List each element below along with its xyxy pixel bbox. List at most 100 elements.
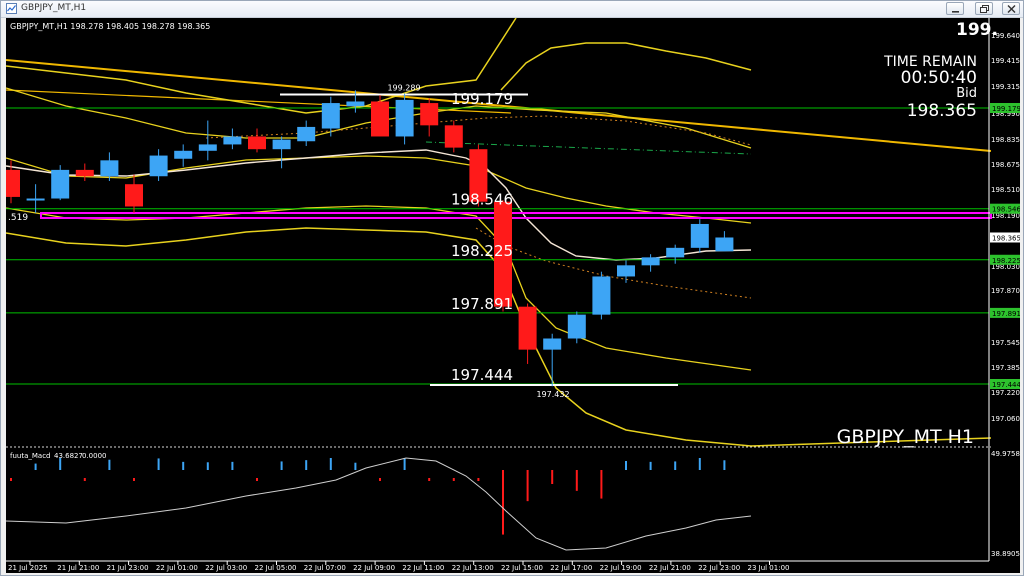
candle-body-7 [174,150,193,159]
candle-body-15 [371,101,389,137]
candle-body-0 [2,169,20,197]
macd-bar-0 [10,478,12,481]
price-tick-6: 198.510 [991,186,1020,194]
candle-body-22 [543,338,562,350]
macd-bar-19 [477,478,480,481]
minimize-button[interactable] [946,2,964,15]
title-bar: GBPJPY_MT,H1 [1,1,1023,18]
close-icon [1007,5,1016,13]
time-label-10: 22 Jul 15:00 [501,564,543,572]
indicator-name: fuuta_Macd [10,452,51,460]
candle-body-26 [641,257,660,266]
minimize-icon [952,11,959,13]
macd-bar-17 [428,478,431,481]
candle-body-25 [617,265,635,277]
candle-body-1 [26,198,45,201]
macd-bar-10 [256,478,258,481]
price-badge-label-0: 199.179 [992,105,1020,113]
level-label-4: 197.444 [451,366,513,384]
candle-body-9 [223,136,242,145]
candle-body-14 [346,101,365,107]
close-button[interactable] [1002,2,1020,15]
bid-label: Bid [956,86,977,101]
time-label-9: 22 Jul 13:00 [452,564,494,572]
candle-body-27 [666,247,685,258]
candle-body-17 [420,103,439,126]
chart-svg[interactable]: 199.179 198.546 198.225 197.891 197.444 199.2… [2,17,1021,573]
candle-body-5 [125,184,143,207]
macd-signal-line [5,457,752,551]
time-label-0: 21 Jul 2025 [8,564,48,572]
price-badge-label-3: 198.225 [992,257,1020,265]
macd-histogram [10,458,726,535]
time-label-7: 22 Jul 09:00 [353,564,395,572]
macd-bar-5 [133,478,135,481]
chart-area[interactable]: 199.179 198.546 198.225 197.891 197.444 199.2… [2,17,1021,573]
candle-body-2 [51,169,70,199]
terminal-window: GBPJPY_MT,H1 199.179 198.546 198.225 197… [0,0,1024,576]
band-upper-outer [5,17,517,114]
level-labels: 199.179 198.546 198.225 197.891 197.444 199.2… [387,84,569,399]
candle-body-21 [518,306,537,350]
candle-body-10 [248,136,266,150]
restore-icon [980,5,989,13]
indicator-value-1: 43.6827 [54,452,83,460]
macd-bar-18 [452,478,455,481]
price-axis[interactable]: 199.640199.415199.315198.990198.835198.6… [990,32,1021,423]
window-title: GBPJPY_MT,H1 [21,3,87,13]
level-label-2: 198.225 [451,242,513,260]
time-label-6: 22 Jul 07:00 [304,564,346,572]
time-label-12: 22 Jul 19:00 [600,564,642,572]
candle-body-8 [198,144,217,151]
candle-body-18 [444,125,463,148]
band-lower-outer [5,227,752,447]
price-tick-5: 198.675 [991,161,1020,169]
candle-body-6 [149,155,168,177]
time-label-13: 22 Jul 21:00 [649,564,691,572]
price-tick-12: 197.385 [991,364,1020,372]
time-label-14: 22 Jul 23:00 [698,564,740,572]
annotation-high-label: 199.289 [387,84,420,93]
price-tick-11: 197.545 [991,339,1020,347]
price-tick-13: 197.220 [991,389,1020,397]
time-label-4: 22 Jul 03:00 [205,564,247,572]
indicator-axis-bottom: 38.8905 [991,550,1020,558]
time-label-8: 22 Jul 11:00 [402,564,444,572]
indicator-axis-top: 49.9758 [991,450,1020,458]
left-cut-label: .519 [8,213,28,223]
time-axis[interactable]: 21 Jul 2025 21 Jul 21:00 21 Jul 23:00 22 Ju… [8,561,789,572]
time-label-15: 23 Jul 01:00 [748,564,790,572]
candle-body-28 [690,223,709,248]
ma-dotted-lower [475,227,752,299]
candle-body-4 [100,160,119,177]
indicator-value-2: 0.0000 [82,452,107,460]
price-badge-label-4: 197.891 [992,310,1020,318]
candle-body-23 [567,314,586,339]
time-label-11: 22 Jul 17:00 [550,564,592,572]
candle-body-11 [272,139,291,150]
candle-body-24 [592,276,611,315]
level-label-3: 197.891 [451,295,513,313]
chart-window-icon [6,3,17,14]
level-label-0: 199.179 [451,90,513,108]
price-tick-2: 199.315 [991,83,1020,91]
candle-body-3 [75,169,94,177]
candles [2,90,734,387]
candle-body-13 [321,103,340,129]
annotation-low-label: 197.432 [536,390,569,399]
time-label-5: 22 Jul 05:00 [255,564,297,572]
price-tick-9: 197.870 [991,287,1020,295]
restore-button[interactable] [975,2,993,15]
time-label-3: 22 Jul 01:00 [156,564,198,572]
price-tick-14: 197.060 [991,415,1020,423]
macd-bar-15 [379,478,381,481]
price-tick-0: 199.640 [991,32,1020,40]
price-badge-label-5: 197.444 [992,381,1020,389]
candle-body-12 [297,126,316,142]
time-remain-value: 00:50:40 [901,68,977,88]
symbol-label: GBPJPY_MT H1 [837,426,974,448]
band-upper-outer-2 [500,42,752,91]
bid-value: 198.365 [907,101,977,121]
price-badge-label-2: 198.365 [992,234,1020,242]
candle-body-16 [395,99,414,137]
